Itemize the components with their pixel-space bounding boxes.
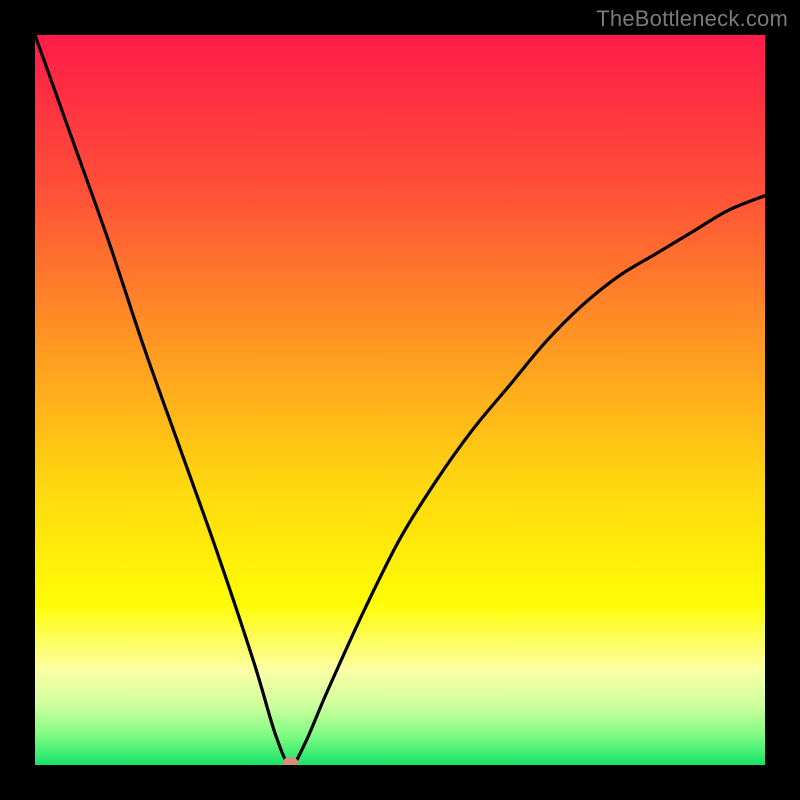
chart-frame: TheBottleneck.com [0,0,800,800]
curve-layer [35,35,765,765]
bottleneck-curve [35,35,765,765]
plot-area [35,35,765,765]
watermark-text: TheBottleneck.com [596,6,788,32]
